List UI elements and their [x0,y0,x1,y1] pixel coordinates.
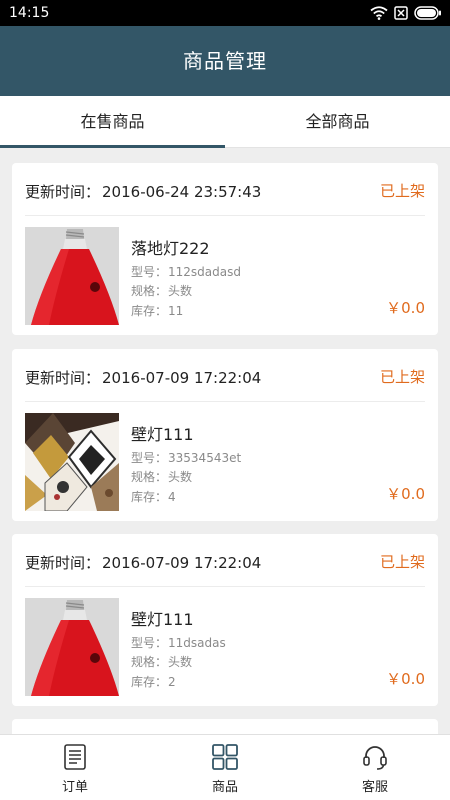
card-header: 更新时间： 2016-06-24 23:57:43 已上架 [12,163,438,215]
nav-item-orders[interactable]: 订单 [0,735,150,800]
nav-item-products[interactable]: 商品 [150,735,300,800]
tab-all-products[interactable]: 全部商品 [225,96,450,148]
update-time-label: 更新时间： [25,369,101,387]
divider [25,401,425,402]
update-time: 更新时间： 2016-07-09 17:22:04 [25,367,261,388]
status-badge: 已上架 [379,553,425,571]
product-name: 壁灯111 [131,610,194,629]
tab-bar: 在售商品 全部商品 [0,96,450,148]
product-card-partial[interactable] [12,719,438,734]
model-label: 型号： [131,636,168,650]
model-value: 112sdadasd [168,265,241,279]
wifi-icon [370,6,388,20]
product-stock: 库存：2 [131,673,176,690]
stock-value: 4 [168,490,176,504]
update-time: 更新时间： 2016-06-24 23:57:43 [25,181,261,202]
product-price: ￥0.0 [386,299,425,317]
product-image[interactable] [25,413,119,511]
product-card[interactable]: 更新时间： 2016-06-24 23:57:43 已上架 落地灯222 型号：1… [12,163,438,335]
model-label: 型号： [131,451,168,465]
product-spec: 规格：头数 [131,653,192,670]
stock-label: 库存： [131,304,168,318]
spec-value: 头数 [168,284,193,298]
update-time-value: 2016-06-24 23:57:43 [102,183,262,201]
model-label: 型号： [131,265,168,279]
stock-value: 11 [168,304,184,318]
product-price: ￥0.0 [386,485,425,503]
product-price: ￥0.0 [386,670,425,688]
spec-label: 规格： [131,470,168,484]
product-card[interactable]: 更新时间： 2016-07-09 17:22:04 已上架 壁灯111 型号：11… [12,534,438,706]
product-card[interactable]: 更新时间： 2016-07-09 17:22:04 已上架 壁灯111 型号：3… [12,349,438,521]
nav-label: 客服 [361,780,388,795]
spec-label: 规格： [131,284,168,298]
model-value: 11dsadas [168,636,226,650]
status-icons [370,5,442,21]
product-list[interactable]: 更新时间： 2016-06-24 23:57:43 已上架 落地灯222 型号：1… [0,149,450,734]
status-time: 14:15 [9,5,50,21]
headset-icon [361,743,389,771]
update-time-label: 更新时间： [25,554,101,572]
product-stock: 库存：4 [131,488,176,505]
nav-label: 订单 [61,780,88,795]
product-spec: 规格：头数 [131,468,192,485]
product-model: 型号：11dsadas [131,634,226,651]
update-time-value: 2016-07-09 17:22:04 [102,554,262,572]
update-time-label: 更新时间： [25,183,101,201]
spec-label: 规格： [131,655,168,669]
stock-value: 2 [168,675,176,689]
app-header: 商品管理 [0,26,450,96]
order-list-icon [61,743,89,771]
spec-value: 头数 [168,655,193,669]
battery-icon [414,6,442,20]
status-badge: 已上架 [379,368,425,386]
status-bar: 14:15 [0,0,450,26]
product-image[interactable] [25,227,119,325]
product-name: 落地灯222 [131,239,210,258]
stock-label: 库存： [131,675,168,689]
product-name: 壁灯111 [131,425,194,444]
product-spec: 规格：头数 [131,282,192,299]
product-model: 型号：112sdadasd [131,263,241,280]
nav-label: 商品 [211,780,238,795]
card-header: 更新时间： 2016-07-09 17:22:04 已上架 [12,349,438,401]
update-time: 更新时间： 2016-07-09 17:22:04 [25,552,261,573]
product-stock: 库存：11 [131,302,183,319]
divider [25,215,425,216]
product-model: 型号：33534543et [131,449,241,466]
grid-icon [211,743,239,771]
card-header: 更新时间： 2016-07-09 17:22:04 已上架 [12,534,438,586]
divider [25,586,425,587]
status-badge: 已上架 [379,182,425,200]
model-value: 33534543et [168,451,242,465]
sim-off-icon [394,6,408,20]
bottom-nav: 订单 商品 客服 [0,734,450,800]
tab-on-sale[interactable]: 在售商品 [0,96,225,148]
nav-item-service[interactable]: 客服 [300,735,450,800]
product-image[interactable] [25,598,119,696]
spec-value: 头数 [168,470,193,484]
tab-indicator [0,145,225,148]
update-time-value: 2016-07-09 17:22:04 [102,369,262,387]
page-title: 商品管理 [183,49,267,73]
stock-label: 库存： [131,490,168,504]
